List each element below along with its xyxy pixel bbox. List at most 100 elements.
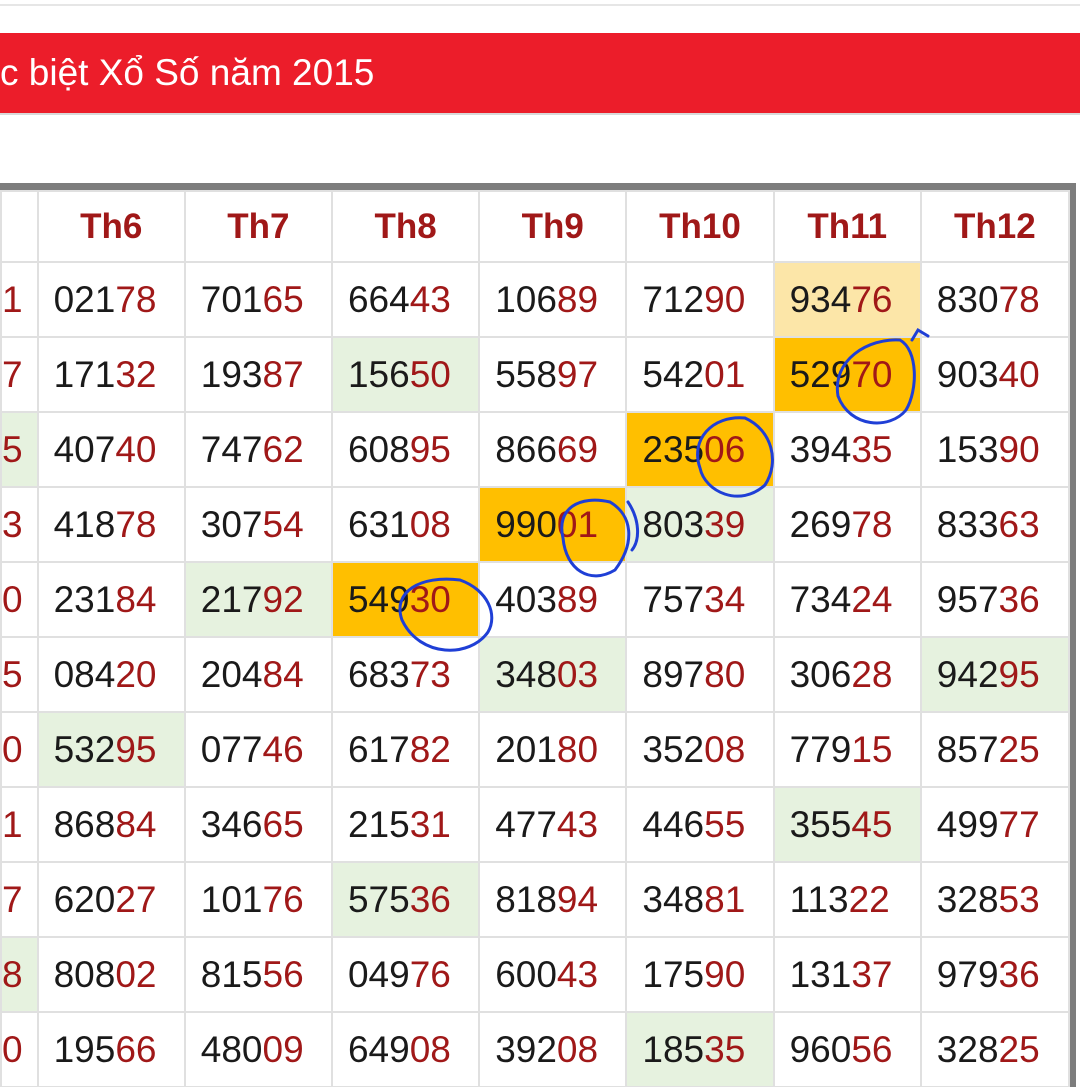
number-tail: 54 [262, 503, 304, 545]
number-tail: 56 [851, 1028, 893, 1070]
result-cell: 20180 [478, 711, 628, 788]
number-tail: 08 [704, 728, 746, 770]
number-tail: 24 [851, 578, 893, 620]
number-tail: 37 [851, 953, 893, 995]
result-cell: 80339 [625, 486, 775, 563]
column-header-3: Th8 [330, 190, 481, 263]
header-row: Th6 Th7 Th8 Th9 Th10 Th11 Th12 [0, 190, 1070, 263]
row-edge-cell: 0 [0, 711, 39, 788]
number-tail: 15 [851, 728, 893, 770]
number-head: 021 [53, 278, 116, 320]
number-tail: 78 [998, 278, 1040, 320]
number-tail: 40 [998, 353, 1040, 395]
number-head: 328 [936, 878, 999, 920]
number-head: 185 [642, 1028, 705, 1070]
number-tail: 22 [848, 878, 890, 920]
result-cell: 32825 [919, 1011, 1070, 1087]
result-cell: 41878 [36, 486, 186, 563]
table-row: 0 23184 21792 54930 40389 75734 73424 95736 [0, 561, 1070, 638]
number-tail: 81 [704, 878, 746, 920]
result-cell: 17590 [625, 936, 775, 1013]
row-edge-cell: 5 [0, 636, 39, 713]
result-cell: 77915 [772, 711, 922, 788]
result-cell: 90340 [919, 336, 1070, 413]
result-cell: 55897 [478, 336, 628, 413]
results-table-container[interactable]: Th6 Th7 Th8 Th9 Th10 Th11 Th12 1 02178 70165 6644… [0, 183, 1076, 1087]
table-row: 0 19566 48009 64908 39208 18535 96056 32825 [0, 1011, 1070, 1087]
number-head: 649 [347, 1028, 410, 1070]
page-title: c biệt Xổ Số năm 2015 [0, 52, 375, 93]
result-cell: 10689 [478, 261, 628, 338]
number-tail: 84 [115, 803, 157, 845]
result-cell: 94295 [919, 636, 1070, 713]
result-cell: 23184 [36, 561, 186, 638]
table-row: 1 86884 34665 21531 47743 44655 35545 49977 [0, 786, 1070, 863]
row-edge-cell: 1 [0, 261, 39, 338]
result-cell: 52970 [772, 336, 922, 413]
number-tail: 84 [262, 653, 304, 695]
result-cell: 19387 [183, 336, 333, 413]
number-head: 077 [200, 728, 263, 770]
number-head: 084 [53, 653, 116, 695]
column-header-5: Th10 [625, 190, 775, 263]
result-cell: 95736 [919, 561, 1070, 638]
column-header-7: Th12 [919, 190, 1070, 263]
result-cell: 64908 [330, 1011, 481, 1087]
number-head: 106 [495, 278, 557, 320]
result-cell: 68373 [330, 636, 481, 713]
number-tail: 90 [704, 953, 746, 995]
number-tail: 08 [409, 503, 451, 545]
number-tail: 09 [262, 1028, 304, 1070]
number-head: 328 [936, 1028, 999, 1070]
number-tail: 69 [556, 428, 599, 470]
number-head: 352 [642, 728, 705, 770]
result-cell: 21531 [330, 786, 481, 863]
number-tail: 08 [556, 1028, 599, 1070]
number-head: 201 [495, 728, 557, 770]
number-head: 808 [53, 953, 116, 995]
result-cell: 13137 [772, 936, 922, 1013]
number-tail: 0 [2, 728, 23, 770]
number-head: 815 [200, 953, 263, 995]
number-head: 934 [789, 278, 852, 320]
result-cell: 99001 [478, 486, 628, 563]
number-head: 608 [347, 428, 410, 470]
row-edge-cell: 0 [0, 561, 39, 638]
title-banner: c biệt Xổ Số năm 2015 [0, 33, 1080, 115]
result-cell: 85725 [919, 711, 1070, 788]
result-cell: 49977 [919, 786, 1070, 863]
number-tail: 06 [704, 428, 746, 470]
results-table: Th6 Th7 Th8 Th9 Th10 Th11 Th12 1 02178 70165 6644… [0, 190, 1070, 1087]
result-cell: 86669 [478, 411, 628, 488]
number-head: 979 [936, 953, 999, 995]
number-tail: 78 [851, 503, 893, 545]
result-cell: 57536 [330, 861, 481, 938]
result-cell: 04976 [330, 936, 481, 1013]
result-cell: 48009 [183, 1011, 333, 1087]
number-tail: 01 [556, 503, 599, 545]
result-cell: 30754 [183, 486, 333, 563]
number-head: 558 [495, 353, 557, 395]
number-head: 942 [936, 653, 999, 695]
number-head: 217 [200, 578, 263, 620]
result-cell: 97936 [919, 936, 1070, 1013]
number-head: 195 [53, 1028, 116, 1070]
result-cell: 44655 [625, 786, 775, 863]
result-cell: 47743 [478, 786, 628, 863]
number-head: 549 [347, 578, 410, 620]
number-head: 990 [495, 503, 557, 545]
number-head: 701 [200, 278, 263, 320]
row-edge-cell: 8 [0, 936, 39, 1013]
result-cell: 15390 [919, 411, 1070, 488]
column-header-1: Th6 [36, 190, 186, 263]
result-cell: 60895 [330, 411, 481, 488]
number-tail: 63 [998, 503, 1040, 545]
result-cell: 71290 [625, 261, 775, 338]
result-cell: 66443 [330, 261, 481, 338]
number-tail: 08 [409, 1028, 451, 1070]
result-cell: 39435 [772, 411, 922, 488]
number-head: 392 [495, 1028, 557, 1070]
number-tail: 76 [851, 278, 893, 320]
number-tail: 92 [262, 578, 304, 620]
number-tail: 43 [556, 803, 599, 845]
